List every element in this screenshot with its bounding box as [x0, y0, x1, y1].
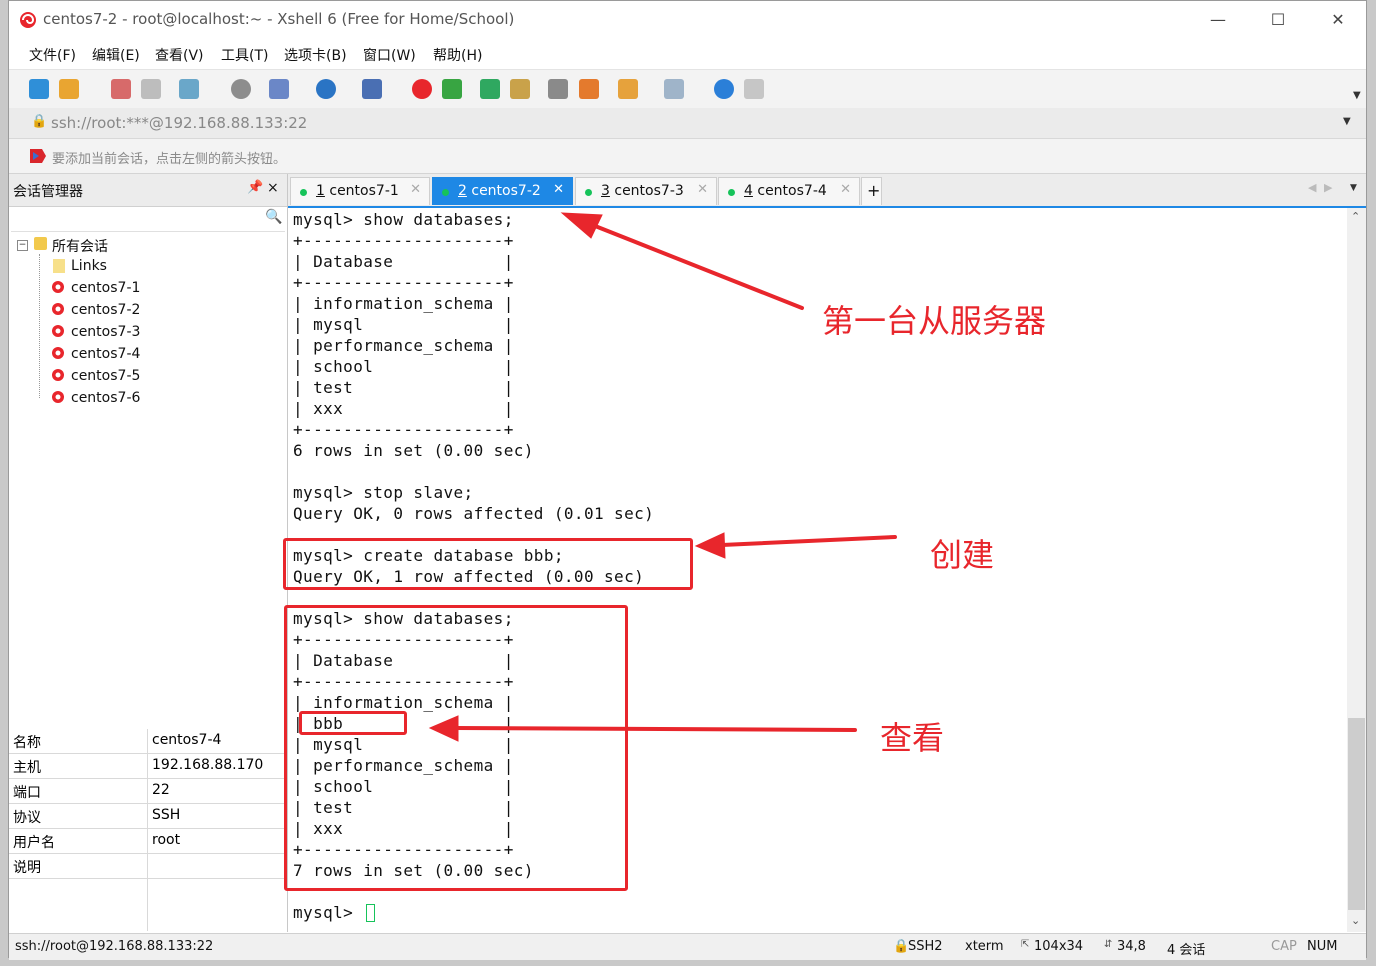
- annotation-create: 创建: [930, 536, 995, 574]
- arrow-create: [720, 535, 897, 547]
- arrow-head: [694, 532, 726, 559]
- annotation-view: 查看: [880, 719, 945, 757]
- arrow-head: [560, 212, 603, 239]
- arrow-first-server: [583, 220, 804, 310]
- arrow-view: [453, 726, 857, 732]
- arrow-head: [428, 715, 459, 742]
- annotation-first-server: 第一台从服务器: [822, 302, 1047, 340]
- annotation-arrows: [428, 212, 897, 742]
